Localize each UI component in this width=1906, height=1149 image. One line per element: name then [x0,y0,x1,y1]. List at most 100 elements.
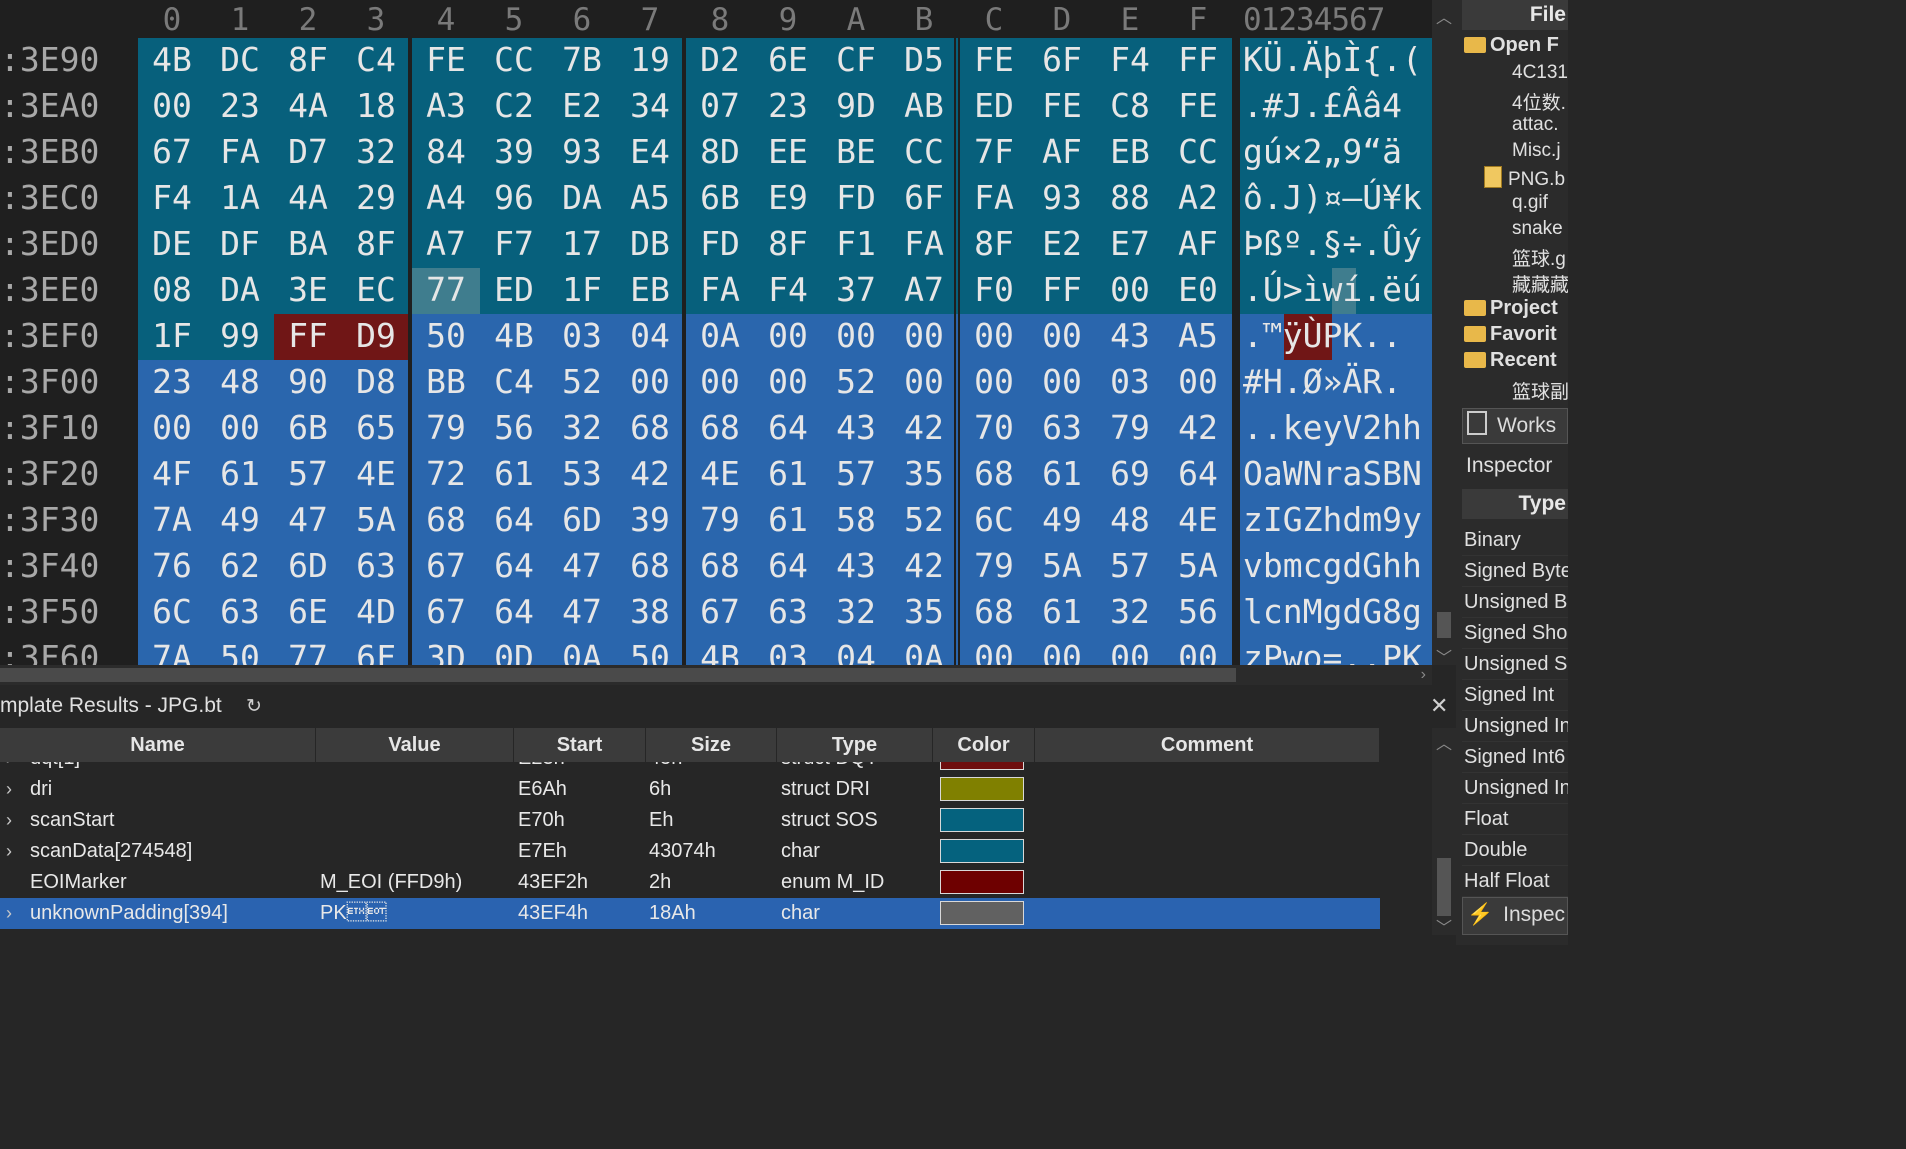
hex-byte[interactable]: 4B [138,38,206,84]
hex-byte[interactable]: A7 [412,222,480,268]
hex-byte[interactable]: FA [686,268,754,314]
hex-byte[interactable]: 23 [206,84,274,130]
hex-byte[interactable]: 00 [1096,636,1164,665]
hex-byte[interactable]: 61 [206,452,274,498]
hex-byte[interactable]: 34 [616,84,684,130]
hex-byte[interactable]: 57 [274,452,342,498]
hex-byte[interactable]: 23 [754,84,822,130]
hex-byte[interactable]: 61 [1028,452,1096,498]
hex-byte[interactable]: 56 [1164,590,1232,636]
open-file-item[interactable]: 4C131 [1512,62,1568,84]
hex-byte[interactable]: 64 [480,590,548,636]
scrollbar-thumb[interactable] [1437,612,1451,638]
hex-byte[interactable]: FD [686,222,754,268]
hex-byte[interactable]: 47 [548,590,616,636]
hex-byte[interactable]: 72 [412,452,480,498]
hex-byte[interactable]: 61 [754,452,822,498]
recent-file[interactable]: 篮球副 [1512,377,1568,404]
hex-byte[interactable]: 37 [822,268,890,314]
hex-byte[interactable]: 99 [206,314,274,360]
hex-byte[interactable]: 63 [754,590,822,636]
hex-byte[interactable]: DA [206,268,274,314]
hex-byte[interactable]: C4 [342,38,410,84]
hex-byte[interactable]: D2 [686,38,754,84]
inspector-type-row[interactable]: Binary [1462,525,1568,556]
hex-byte[interactable]: 64 [754,544,822,590]
hex-byte[interactable]: 6B [686,176,754,222]
hex-byte[interactable]: FE [412,38,480,84]
hex-byte[interactable]: 7F [960,130,1028,176]
hex-byte[interactable]: 68 [960,452,1028,498]
hex-byte[interactable]: E2 [548,84,616,130]
hex-byte[interactable]: 38 [616,590,684,636]
expand-chevron-icon[interactable]: › [6,774,12,805]
hex-byte[interactable]: 57 [1096,544,1164,590]
ascii-text[interactable]: zIGZhdm9y [1240,498,1432,544]
hex-byte[interactable]: 48 [1096,498,1164,544]
hex-byte[interactable]: 68 [616,544,684,590]
table-row[interactable]: › dri E6Ah 6h struct DRI [0,774,1380,805]
inspector-type-row[interactable]: Unsigned B [1462,587,1568,618]
inspector-type-row[interactable]: Unsigned In [1462,711,1568,742]
hex-byte[interactable]: EE [754,130,822,176]
hex-byte[interactable]: 68 [686,544,754,590]
hex-byte[interactable]: 67 [138,130,206,176]
hex-byte[interactable]: 32 [342,130,410,176]
hex-byte[interactable]: FF [1164,38,1232,84]
hex-byte[interactable]: 4B [480,314,548,360]
hex-byte[interactable]: 00 [1028,360,1096,406]
hex-byte[interactable]: 00 [890,314,958,360]
hex-byte[interactable]: 8F [342,222,410,268]
hex-byte[interactable]: 0A [548,636,616,665]
hex-byte[interactable]: 8F [274,38,342,84]
hex-byte[interactable]: 93 [548,130,616,176]
column-size[interactable]: Size [646,728,777,762]
hex-byte[interactable]: D8 [342,360,410,406]
hex-byte[interactable]: 6D [274,544,342,590]
hex-byte[interactable]: 5A [1164,544,1232,590]
hex-byte[interactable]: 1F [138,314,206,360]
hex-byte[interactable]: 69 [1096,452,1164,498]
open-file-item[interactable]: 4位数. [1512,88,1566,115]
hex-byte[interactable]: 00 [1164,636,1232,665]
hex-byte[interactable]: 65 [342,406,410,452]
hex-byte[interactable]: 39 [616,498,684,544]
hex-byte[interactable]: 42 [890,544,958,590]
expand-chevron-icon[interactable]: › [6,762,12,774]
expand-chevron-icon[interactable]: › [6,805,12,836]
inspector-type-row[interactable]: Signed Sho [1462,618,1568,649]
table-row[interactable]: › scanData[274548] E7Eh 43074h char [0,836,1380,867]
hex-byte[interactable]: 63 [342,544,410,590]
scroll-down-icon[interactable]: ﹀ [1432,914,1456,938]
hex-byte[interactable]: F4 [754,268,822,314]
hex-byte[interactable]: FA [890,222,958,268]
table-row[interactable]: › scanStart E70h Eh struct SOS [0,805,1380,836]
scrollbar-thumb[interactable] [0,668,1236,682]
hex-byte[interactable]: 7A [138,636,206,665]
hex-byte[interactable]: FA [960,176,1028,222]
hex-byte[interactable]: FE [1164,84,1232,130]
hex-byte[interactable]: 00 [1164,360,1232,406]
favorites-node[interactable]: Favorit [1464,323,1557,346]
hex-byte[interactable]: D9 [342,314,410,360]
hex-byte[interactable]: 4E [686,452,754,498]
ascii-text[interactable]: OaWNraSBN [1240,452,1432,498]
hex-byte[interactable]: 0D [480,636,548,665]
hex-byte[interactable]: A7 [890,268,958,314]
hex-byte[interactable]: 23 [138,360,206,406]
hex-horizontal-scrollbar[interactable]: › [0,665,1432,685]
hex-byte[interactable]: 52 [822,360,890,406]
hex-byte[interactable]: 77 [412,268,480,314]
inspector-type-row[interactable]: Signed Byte [1462,556,1568,587]
hex-byte[interactable]: 47 [548,544,616,590]
hex-byte[interactable]: D5 [890,38,958,84]
close-icon[interactable]: ✕ [1430,693,1448,719]
hex-byte[interactable]: BE [822,130,890,176]
hex-byte[interactable]: 64 [480,544,548,590]
hex-byte[interactable]: 64 [754,406,822,452]
inspector-type-row[interactable]: Unsigned In [1462,773,1568,804]
hex-byte[interactable]: 79 [1096,406,1164,452]
ascii-text[interactable]: ô.J)¤–Ú¥k [1240,176,1432,222]
hex-byte[interactable]: 50 [616,636,684,665]
hex-byte[interactable]: FF [1028,268,1096,314]
